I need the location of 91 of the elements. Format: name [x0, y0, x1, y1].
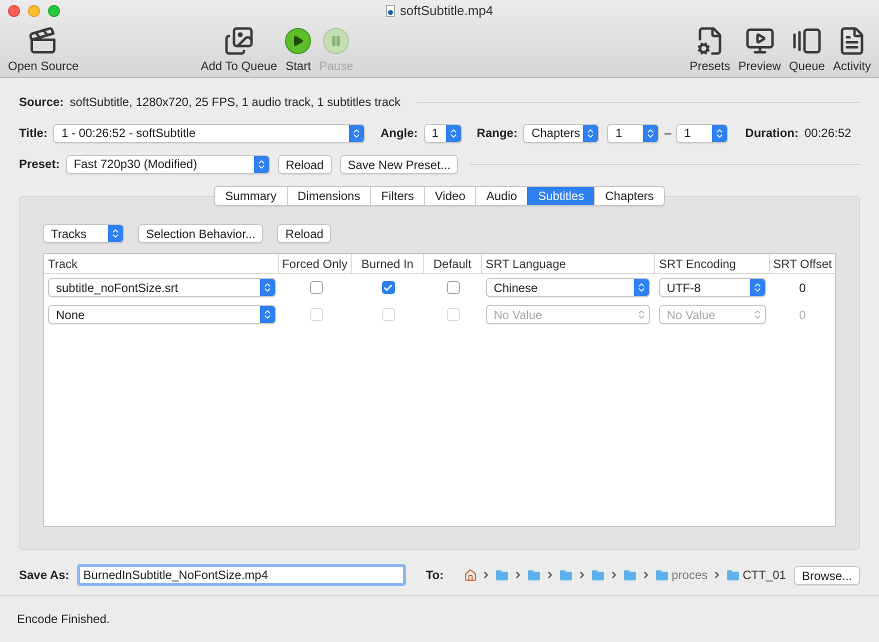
column-header: SRT Offset [768, 254, 835, 273]
track-popup[interactable]: subtitle_noFontSize.srt [48, 278, 276, 297]
toolbar-button[interactable]: Preview [734, 25, 785, 72]
play-icon [285, 28, 312, 54]
toolbar-button[interactable]: Open Source [4, 25, 83, 72]
stepper-chevron-icon [634, 279, 649, 296]
stepper-chevron-icon [446, 124, 461, 142]
stepper-chevron-icon [260, 279, 275, 296]
push-button[interactable]: Reload [278, 154, 332, 174]
document-icon [386, 5, 395, 17]
tab[interactable]: Summary [215, 187, 287, 205]
checkbox[interactable] [382, 281, 395, 294]
field-label: Source: [19, 94, 64, 111]
column-header: SRT Language [480, 254, 654, 273]
range-start-popup[interactable]: 1 [607, 124, 660, 142]
stepper-chevron-icon [260, 306, 275, 323]
pause-icon [323, 28, 350, 54]
folder-icon [526, 568, 541, 582]
stepper-chevron-icon [712, 124, 728, 142]
field-label: To: [426, 567, 444, 584]
tab[interactable]: Subtitles [527, 187, 594, 205]
field-label: Duration: [745, 125, 798, 142]
window-title: softSubtitle.mp4 [400, 2, 494, 20]
path-item[interactable] [590, 568, 605, 582]
field-label: Preset: [19, 156, 60, 173]
column-header: SRT Encoding [654, 254, 769, 273]
home-icon [464, 568, 477, 582]
stepper-chevron-icon [643, 124, 658, 142]
close-window-button[interactable] [8, 5, 20, 17]
push-button[interactable]: Reload [277, 224, 332, 243]
offset-value: 0 [799, 280, 806, 296]
tab[interactable]: Filters [370, 187, 424, 205]
tracks-popup[interactable]: Tracks [43, 224, 124, 243]
field-label: Title: [19, 125, 48, 142]
toolbar-button[interactable]: Activity [828, 25, 875, 72]
images-stack-icon [792, 26, 822, 56]
range-popup[interactable]: Chapters [523, 124, 600, 142]
filename-field[interactable]: BurnedInSubtitle_NoFontSize.mp4 [77, 564, 406, 586]
toolbar-button[interactable]: Presets [686, 25, 734, 72]
push-button[interactable]: Browse... [794, 566, 860, 584]
minimize-window-button[interactable] [28, 5, 40, 17]
push-button[interactable]: Selection Behavior... [138, 224, 264, 243]
tab[interactable]: Dimensions [286, 187, 370, 205]
range-dash: – [664, 125, 672, 142]
offset-value: 0 [799, 306, 806, 324]
checkbox[interactable] [310, 281, 323, 294]
push-button[interactable]: Save New Preset... [340, 154, 458, 174]
path-item[interactable] [494, 568, 509, 582]
stepper-chevron-icon [254, 156, 269, 172]
stepper-chevron-icon [349, 124, 364, 142]
field-label: Range: [476, 125, 518, 142]
stepper-chevron-icon [583, 124, 598, 142]
source-info: softSubtitle, 1280x720, 25 FPS, 1 audio track, 1 subtitles track [70, 94, 401, 111]
path-item[interactable]: proces [654, 566, 708, 584]
column-header: Default [423, 254, 481, 273]
status-text: Encode Finished. [17, 611, 110, 628]
toolbar-button[interactable]: Queue [784, 25, 829, 72]
column-header: Burned In [350, 254, 424, 273]
path-item[interactable] [464, 568, 477, 582]
field-label: Save As: [19, 567, 70, 584]
tab[interactable]: Video [424, 187, 476, 205]
zoom-window-button[interactable] [48, 5, 60, 17]
folder-icon [558, 568, 573, 582]
angle-popup[interactable]: 1 [424, 124, 462, 142]
clapperboard-icon [28, 26, 58, 56]
folder-icon [494, 568, 509, 582]
toolbar-button[interactable]: Start [281, 25, 316, 72]
folder-icon [590, 568, 605, 582]
path-item[interactable] [622, 568, 637, 582]
field-label: Angle: [380, 125, 418, 142]
folder-icon [622, 568, 637, 582]
folder-icon [726, 568, 740, 582]
path-item[interactable] [526, 568, 541, 582]
duration-value: 00:26:52 [804, 125, 852, 142]
language-popup[interactable]: Chinese [486, 278, 650, 297]
stepper-chevron-icon [108, 225, 123, 242]
column-header: Forced Only [278, 254, 351, 273]
stepper-chevron-icon [750, 279, 765, 296]
path-item[interactable] [558, 568, 573, 582]
tab[interactable]: Chapters [594, 187, 664, 205]
preset-popup[interactable]: Fast 720p30 (Modified) [66, 154, 270, 174]
toolbar-button[interactable]: Add To Queue [196, 25, 282, 72]
encoding-popup[interactable]: UTF-8 [658, 278, 766, 297]
images-icon [224, 26, 254, 56]
range-end-popup[interactable]: 1 [676, 124, 728, 142]
folder-icon [654, 568, 669, 582]
title-popup[interactable]: 1 - 00:26:52 - softSubtitle [53, 124, 366, 142]
column-header: Track [47, 256, 79, 272]
checkbox[interactable] [446, 281, 460, 294]
path-item[interactable]: CTT_01 [726, 566, 786, 584]
monitor-play-icon [744, 26, 775, 56]
